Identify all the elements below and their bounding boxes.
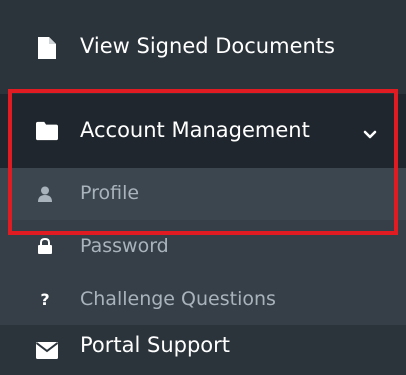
file-icon — [36, 37, 58, 59]
menu-item-account-management[interactable]: Account Management — [0, 94, 406, 168]
menu-item-label: View Signed Documents — [80, 34, 335, 58]
lock-icon — [37, 238, 53, 254]
envelope-icon — [36, 339, 58, 361]
menu-item-label: Portal Support — [80, 333, 231, 357]
folder-icon — [36, 120, 58, 142]
sidebar-menu: View Signed Documents Account Management… — [0, 0, 406, 375]
user-icon — [37, 186, 53, 202]
menu-item-view-signed-documents[interactable]: View Signed Documents — [0, 0, 406, 94]
submenu-item-label: Challenge Questions — [80, 288, 276, 310]
menu-item-portal-support[interactable]: Portal Support — [0, 325, 406, 375]
submenu-item-label: Password — [80, 235, 169, 257]
submenu-item-label: Profile — [80, 182, 140, 204]
menu-item-label: Account Management — [80, 118, 310, 142]
submenu-item-profile[interactable]: Profile — [0, 168, 406, 220]
chevron-down-icon[interactable] — [362, 126, 378, 139]
submenu-item-challenge-questions[interactable]: ? Challenge Questions — [0, 274, 406, 326]
question-icon: ? — [40, 290, 50, 309]
submenu-item-password[interactable]: Password — [0, 221, 406, 273]
